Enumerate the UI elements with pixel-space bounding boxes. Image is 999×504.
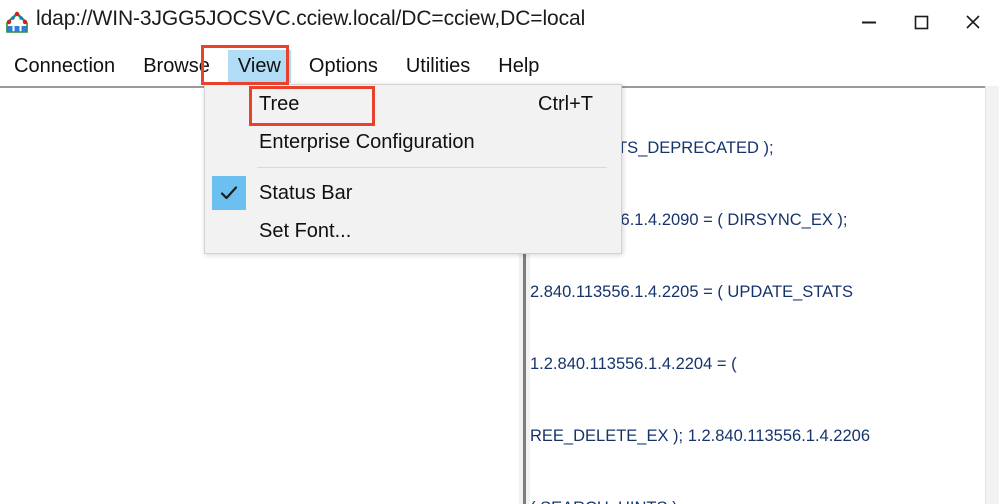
menu-item-enterprise-configuration[interactable]: Enterprise Configuration — [205, 123, 621, 161]
log-line: ( SEARCH_HINTS ); — [530, 496, 982, 504]
menu-check-enterprise-configuration — [212, 125, 246, 159]
menubar-item-browse[interactable]: Browse — [133, 50, 220, 83]
menu-check-tree — [212, 87, 246, 121]
maximize-icon[interactable] — [895, 0, 947, 44]
menubar-item-utilities[interactable]: Utilities — [396, 50, 480, 83]
output-pane-scrollbar[interactable] — [985, 86, 999, 504]
ldp-app-icon — [4, 9, 30, 35]
view-dropdown-menu: Tree Ctrl+T Enterprise Configuration Sta… — [204, 84, 622, 254]
menu-item-tree[interactable]: Tree Ctrl+T — [205, 85, 621, 126]
menu-item-set-font[interactable]: Set Font... — [205, 212, 621, 250]
menubar-item-help[interactable]: Help — [488, 50, 549, 83]
menu-item-tree-accelerator: Ctrl+T — [538, 92, 593, 115]
log-line: 1.2.840.113556.1.4.2204 = ( — [530, 355, 737, 373]
title-bar: ldap://WIN-3JGG5JOCSVC.cciew.local/DC=cc… — [0, 0, 999, 44]
minimize-icon[interactable] — [843, 0, 895, 44]
window-controls — [843, 0, 999, 44]
menu-item-status-bar[interactable]: Status Bar — [205, 174, 621, 212]
log-line: 2.840.113556.1.4.2205 = ( UPDATE_STATS — [530, 283, 854, 301]
menubar-item-options[interactable]: Options — [299, 50, 388, 83]
window-title: ldap://WIN-3JGG5JOCSVC.cciew.local/DC=cc… — [36, 7, 586, 30]
menu-bar: Connection Browse View Options Utilities… — [0, 48, 999, 84]
checkmark-icon — [212, 176, 246, 210]
menu-separator — [257, 167, 607, 168]
menubar-item-view[interactable]: View — [227, 49, 291, 83]
menu-check-set-font — [212, 214, 246, 248]
close-icon[interactable] — [947, 0, 999, 44]
ldp-main-window: ldap://WIN-3JGG5JOCSVC.cciew.local/DC=cc… — [0, 0, 999, 504]
log-line: REE_DELETE_EX ); 1.2.840.113556.1.4.2206 — [530, 427, 871, 445]
menubar-item-connection[interactable]: Connection — [4, 50, 125, 83]
